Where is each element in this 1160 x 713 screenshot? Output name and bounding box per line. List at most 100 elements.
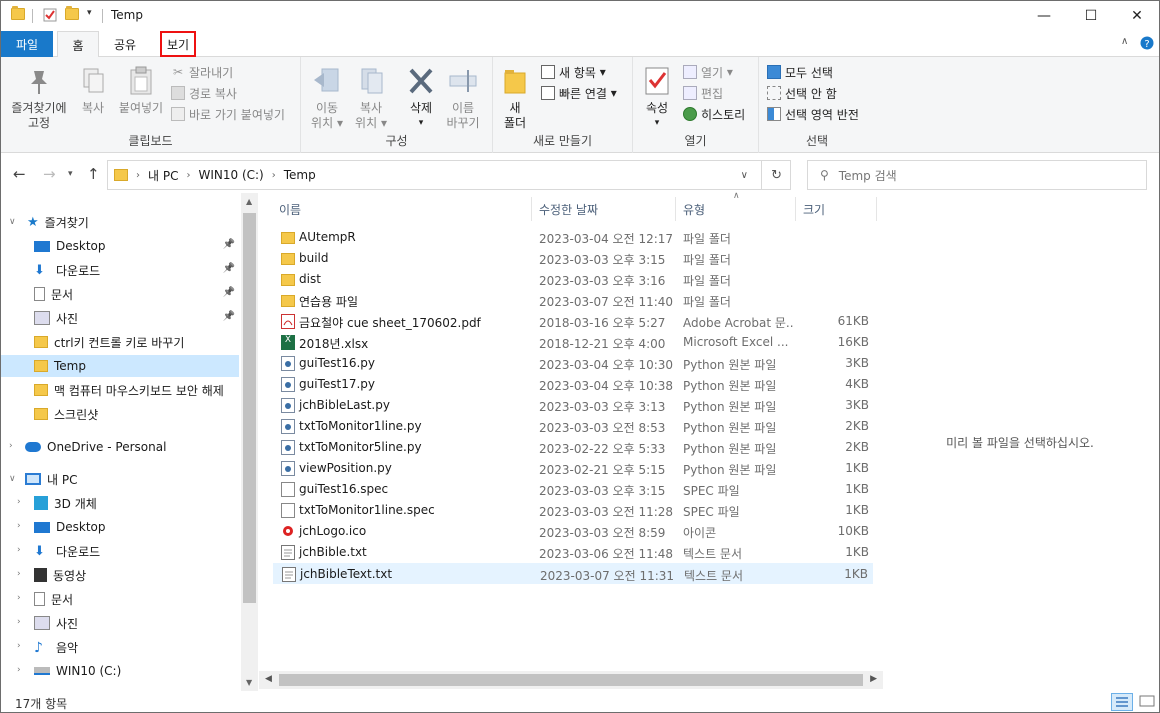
- up-arrow-icon[interactable]: ↑: [87, 165, 100, 183]
- pin-icon[interactable]: 📌: [223, 311, 235, 322]
- help-icon[interactable]: ?: [1140, 36, 1154, 53]
- cut-button[interactable]: ✂ 잘라내기: [171, 62, 233, 82]
- copy-path-button[interactable]: 경로 복사: [171, 83, 237, 103]
- nav-pc-item[interactable]: › 3D 개체: [1, 492, 239, 514]
- file-row[interactable]: guiTest17.py 2023-03-04 오후 10:38 Python 원본…: [273, 374, 873, 395]
- tab-home[interactable]: 홈: [57, 31, 99, 58]
- nav-quick-item[interactable]: 사진 📌: [1, 307, 239, 329]
- chevron-right-icon[interactable]: ›: [17, 617, 21, 627]
- scroll-right-icon[interactable]: ▶: [870, 674, 877, 684]
- scrollbar-thumb[interactable]: [243, 213, 256, 603]
- file-row[interactable]: txtToMonitor1line.spec 2023-03-03 오전 11:2…: [273, 500, 873, 521]
- nav-quick-item[interactable]: Desktop 📌: [1, 235, 239, 257]
- scroll-down-icon[interactable]: ▼: [246, 678, 252, 687]
- move-to-button[interactable]: 이동 위치 ▾: [307, 61, 347, 131]
- chevron-right-icon[interactable]: ›: [17, 641, 21, 651]
- nav-onedrive[interactable]: › OneDrive - Personal: [1, 436, 239, 458]
- back-arrow-icon[interactable]: ←: [13, 165, 26, 183]
- tab-file[interactable]: 파일: [1, 31, 53, 57]
- history-button[interactable]: 히스토리: [683, 104, 745, 124]
- file-row[interactable]: guiTest16.spec 2023-03-03 오후 3:15 SPEC 파일 1…: [273, 479, 873, 500]
- chevron-right-icon[interactable]: ›: [17, 593, 21, 603]
- details-view-button[interactable]: [1111, 693, 1133, 711]
- nav-pc-item[interactable]: › 문서: [1, 588, 239, 610]
- pin-icon[interactable]: 📌: [223, 263, 235, 274]
- scroll-up-icon[interactable]: ▲: [246, 197, 252, 206]
- file-row[interactable]: build 2023-03-03 오후 3:15 파일 폴더: [273, 248, 873, 269]
- file-row[interactable]: jchBible.txt 2023-03-06 오전 11:48 텍스트 문서 1KB: [273, 542, 873, 563]
- file-row[interactable]: txtToMonitor1line.py 2023-03-03 오전 8:53 Py…: [273, 416, 873, 437]
- rename-button[interactable]: 이름 바꾸기: [443, 61, 483, 131]
- tab-share[interactable]: 공유: [104, 31, 146, 57]
- new-item-button[interactable]: 새 항목 ▾: [541, 62, 606, 82]
- file-row[interactable]: jchBibleText.txt 2023-03-07 오전 11:31 텍스트 문…: [273, 563, 873, 584]
- chevron-right-icon[interactable]: ›: [17, 521, 21, 531]
- nav-pc-item[interactable]: › 사진: [1, 612, 239, 634]
- properties-icon[interactable]: [43, 8, 57, 22]
- collapse-ribbon-icon[interactable]: ∧: [1121, 36, 1128, 47]
- navigation-scrollbar[interactable]: ▲ ▼: [241, 193, 258, 691]
- recent-locations-icon[interactable]: ▾: [68, 169, 73, 179]
- chevron-right-icon[interactable]: ›: [17, 545, 21, 555]
- file-row[interactable]: dist 2023-03-03 오후 3:16 파일 폴더: [273, 269, 873, 290]
- address-bar[interactable]: › 내 PC › WIN10 (C:) › Temp ∨ ↻: [107, 160, 791, 190]
- nav-quick-access[interactable]: ∨ ★ 즐겨찾기: [1, 211, 239, 233]
- paste-button[interactable]: 붙여넣기: [115, 61, 167, 116]
- chevron-right-icon[interactable]: ›: [17, 569, 21, 579]
- open-button[interactable]: 열기 ▾: [683, 62, 733, 82]
- maximize-button[interactable]: ☐: [1068, 1, 1114, 31]
- large-icons-view-button[interactable]: [1137, 693, 1157, 711]
- file-row[interactable]: jchBibleLast.py 2023-03-03 오후 3:13 Python …: [273, 395, 873, 416]
- nav-pc-item[interactable]: › 동영상: [1, 564, 239, 586]
- pin-icon[interactable]: 📌: [223, 239, 235, 250]
- forward-arrow-icon[interactable]: →: [43, 165, 56, 183]
- copy-to-button[interactable]: 복사 위치 ▾: [351, 61, 391, 131]
- nav-pc-item[interactable]: › ⬇ 다운로드: [1, 540, 239, 562]
- nav-pc-item[interactable]: › WIN10 (C:): [1, 660, 239, 682]
- nav-quick-item[interactable]: 문서 📌: [1, 283, 239, 305]
- minimize-button[interactable]: —: [1021, 1, 1067, 31]
- select-all-button[interactable]: 모두 선택: [767, 62, 833, 82]
- address-dropdown-icon[interactable]: ∨: [741, 170, 748, 181]
- nav-quick-item[interactable]: ctrl키 컨트롤 키로 바꾸기: [1, 331, 239, 353]
- refresh-icon[interactable]: ↻: [771, 168, 782, 183]
- pin-to-quick-access-button[interactable]: 즐겨찾기에 고정: [5, 61, 73, 131]
- column-name[interactable]: 이름: [279, 201, 301, 223]
- chevron-right-icon[interactable]: ›: [17, 497, 21, 507]
- nav-quick-item[interactable]: 맥 컴퓨터 마우스키보드 보안 해제: [1, 379, 239, 401]
- file-row[interactable]: txtToMonitor5line.py 2023-02-22 오후 5:33 Py…: [273, 437, 873, 458]
- delete-button[interactable]: 삭제 ▾: [401, 61, 441, 131]
- search-box[interactable]: ⚲ Temp 검색: [807, 160, 1147, 190]
- breadcrumb-temp[interactable]: Temp: [284, 168, 316, 182]
- tab-view[interactable]: 보기: [160, 31, 196, 57]
- column-date[interactable]: 수정한 날짜: [539, 201, 598, 223]
- nav-quick-item[interactable]: Temp: [1, 355, 239, 377]
- nav-pc-item[interactable]: › Desktop: [1, 516, 239, 538]
- file-row[interactable]: X 2018년.xlsx 2018-12-21 오후 4:00 Microsoft E…: [273, 332, 873, 353]
- scroll-left-icon[interactable]: ◀: [265, 674, 272, 684]
- easy-access-button[interactable]: 빠른 연결 ▾: [541, 83, 617, 103]
- file-row[interactable]: viewPosition.py 2023-02-21 오후 5:15 Python …: [273, 458, 873, 479]
- breadcrumb-pc[interactable]: 내 PC: [148, 167, 178, 184]
- file-row[interactable]: jchLogo.ico 2023-03-03 오전 8:59 아이콘 10KB: [273, 521, 873, 542]
- new-folder-button[interactable]: 새 폴더: [497, 61, 533, 131]
- nav-this-pc[interactable]: ∨ 내 PC: [1, 468, 239, 490]
- nav-quick-item[interactable]: 스크린샷: [1, 403, 239, 425]
- column-type[interactable]: 유형: [683, 201, 705, 223]
- properties-button[interactable]: 속성 ▾: [639, 61, 675, 131]
- edit-button[interactable]: 편집: [683, 83, 723, 103]
- new-folder-icon[interactable]: [65, 6, 79, 20]
- file-list-scrollbar[interactable]: ◀ ▶: [259, 671, 883, 689]
- pin-icon[interactable]: 📌: [223, 287, 235, 298]
- scrollbar-thumb[interactable]: [279, 674, 863, 686]
- customize-toolbar-icon[interactable]: ▾: [87, 8, 92, 18]
- nav-quick-item[interactable]: ⬇ 다운로드 📌: [1, 259, 239, 281]
- paste-shortcut-button[interactable]: 바로 가기 붙여넣기: [171, 104, 285, 124]
- nav-pc-item[interactable]: › ♪ 음악: [1, 636, 239, 658]
- file-row[interactable]: AUtempR 2023-03-04 오전 12:17 파일 폴더: [273, 227, 873, 248]
- file-row[interactable]: 금요철야 cue sheet_170602.pdf 2018-03-16 오후 5…: [273, 311, 873, 332]
- breadcrumb-drive[interactable]: WIN10 (C:): [198, 168, 263, 182]
- copy-button[interactable]: 복사: [75, 61, 111, 116]
- select-none-button[interactable]: 선택 안 함: [767, 83, 837, 103]
- invert-selection-button[interactable]: 선택 영역 반전: [767, 104, 859, 124]
